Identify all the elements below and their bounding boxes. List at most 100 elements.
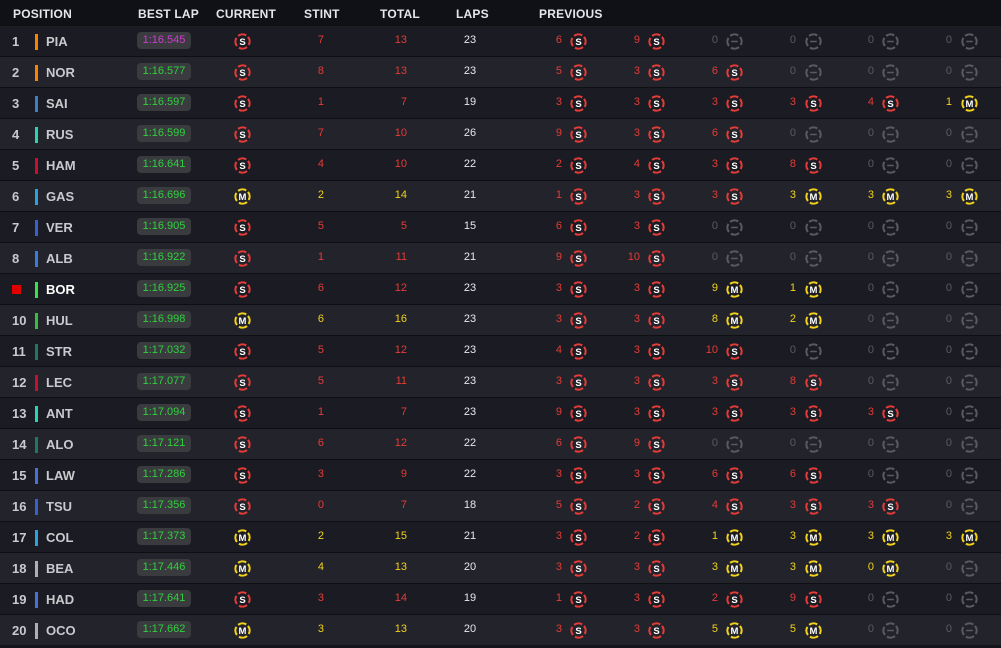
previous-stint-laps: 3	[633, 561, 640, 573]
soft-tyre-icon: S	[647, 311, 666, 330]
best-lap-time: 1:16.577	[137, 63, 191, 80]
table-row[interactable]: 6 GAS 1:16.696 M 2 14 21 1 S 3 S 3 S 3 M 3 M 3 M	[0, 180, 1001, 211]
table-row[interactable]: 4 RUS 1:16.599 S 7 10 26 9 S 3 S 6 S 0 0 0	[0, 118, 1001, 149]
header-current[interactable]: CURRENT	[216, 7, 276, 21]
previous-stint-laps: 3	[867, 499, 874, 511]
total-laps: 9	[400, 468, 407, 480]
table-row[interactable]: 14 ALO 1:17.121 S 6 12 22 6 S 9 S 0 0 0 0	[0, 428, 1001, 459]
soft-tyre-icon: S	[569, 94, 588, 113]
table-row[interactable]: 7 VER 1:16.905 S 5 5 15 6 S 3 S 0 0 0 0	[0, 211, 1001, 242]
no-tyre-icon	[960, 218, 979, 237]
total-laps: 12	[394, 437, 407, 449]
previous-stint-laps: 6	[711, 468, 718, 480]
svg-text:S: S	[575, 347, 581, 358]
best-lap-time: 1:17.641	[137, 590, 191, 607]
no-tyre-icon	[881, 342, 900, 361]
previous-stint-laps: 3	[555, 530, 562, 542]
previous-stint-laps: 6	[789, 468, 796, 480]
previous-stint-laps: 0	[945, 313, 952, 325]
svg-text:S: S	[731, 192, 737, 203]
svg-text:S: S	[653, 502, 659, 513]
header-best-lap[interactable]: BEST LAP	[138, 7, 199, 21]
svg-text:S: S	[731, 347, 737, 358]
previous-stint-laps: 3	[633, 282, 640, 294]
table-row[interactable]: 15 LAW 1:17.286 S 3 9 22 3 S 3 S 6 S 6 S 0 0	[0, 459, 1001, 490]
svg-text:S: S	[575, 626, 581, 637]
soft-tyre-icon: S	[647, 63, 666, 82]
header-previous[interactable]: PREVIOUS	[539, 7, 603, 21]
team-color-stripe	[35, 375, 38, 391]
no-tyre-icon	[804, 249, 823, 268]
previous-stint-laps: 6	[555, 34, 562, 46]
table-row[interactable]: 17 COL 1:17.373 M 2 15 21 3 S 2 S 1 M 3 M 3 M 3 M	[0, 521, 1001, 552]
team-color-stripe	[35, 623, 38, 639]
previous-stint-laps: 3	[555, 313, 562, 325]
header-total[interactable]: TOTAL	[380, 7, 420, 21]
previous-stint-laps: 3	[945, 189, 952, 201]
best-lap-time: 1:17.373	[137, 528, 191, 545]
previous-stint-laps: 4	[555, 344, 562, 356]
soft-tyre-icon: S	[725, 342, 744, 361]
medium-tyre-icon: M	[233, 187, 252, 206]
stint-laps: 7	[317, 34, 324, 46]
previous-stint-laps: 0	[867, 282, 874, 294]
soft-tyre-icon: S	[233, 466, 252, 485]
total-laps: 12	[394, 282, 407, 294]
position-number: 6	[12, 189, 20, 204]
no-tyre-icon	[881, 466, 900, 485]
svg-text:S: S	[653, 285, 659, 296]
table-row[interactable]: 1 PIA 1:16.545 S 7 13 23 6 S 9 S 0 0 0 0	[0, 25, 1001, 56]
header-stint[interactable]: STINT	[304, 7, 340, 21]
best-lap-time: 1:17.032	[137, 342, 191, 359]
total-laps: 7	[400, 499, 407, 511]
svg-text:S: S	[575, 564, 581, 575]
table-row[interactable]: 2 NOR 1:16.577 S 8 13 23 5 S 3 S 6 S 0 0 0	[0, 56, 1001, 87]
svg-text:S: S	[575, 409, 581, 420]
table-row[interactable]: 3 SAI 1:16.597 S 1 7 19 3 S 3 S 3 S 3 S 4 S 1 M	[0, 87, 1001, 118]
svg-text:S: S	[575, 595, 581, 606]
svg-text:S: S	[239, 223, 245, 234]
medium-tyre-icon: M	[725, 311, 744, 330]
driver-abbreviation: ANT	[46, 406, 73, 421]
position-number: 8	[12, 251, 20, 266]
table-row[interactable]: 8 ALB 1:16.922 S 1 11 21 9 S 10 S 0 0 0 0	[0, 242, 1001, 273]
previous-stint-laps: 3	[555, 282, 562, 294]
medium-tyre-icon: M	[233, 559, 252, 578]
table-row[interactable]: 13 ANT 1:17.094 S 1 7 23 9 S 3 S 3 S 3 S 3 S 0	[0, 397, 1001, 428]
no-tyre-icon	[881, 32, 900, 51]
previous-stint-laps: 0	[945, 592, 952, 604]
previous-stint-laps: 0	[867, 468, 874, 480]
soft-tyre-icon: S	[569, 559, 588, 578]
soft-tyre-icon: S	[725, 63, 744, 82]
position-number: 19	[12, 592, 27, 607]
svg-text:S: S	[653, 378, 659, 389]
best-lap-time: 1:16.597	[137, 94, 191, 111]
driver-abbreviation: BEA	[46, 561, 74, 576]
laps-count: 23	[463, 406, 477, 418]
previous-stint-laps: 4	[711, 499, 718, 511]
position-number: 7	[12, 220, 20, 235]
table-row[interactable]: BOR 1:16.925 S 6 12 23 3 S 3 S 9 M 1 M 0 0	[0, 273, 1001, 304]
medium-tyre-icon: M	[725, 280, 744, 299]
soft-tyre-icon: S	[647, 342, 666, 361]
total-laps: 13	[394, 65, 407, 77]
previous-stint-laps: 9	[555, 406, 562, 418]
driver-abbreviation: NOR	[46, 65, 75, 80]
svg-text:S: S	[731, 595, 737, 606]
svg-text:M: M	[731, 316, 739, 327]
table-row[interactable]: 10 HUL 1:16.998 M 6 16 23 3 S 3 S 8 M 2 M 0 0	[0, 304, 1001, 335]
header-position[interactable]: POSITION	[13, 7, 72, 21]
table-row[interactable]: 12 LEC 1:17.077 S 5 11 23 3 S 3 S 3 S 8 S 0 0	[0, 366, 1001, 397]
soft-tyre-icon: S	[725, 466, 744, 485]
table-row[interactable]: 19 HAD 1:17.641 S 3 14 19 1 S 3 S 2 S 9 S 0 0	[0, 583, 1001, 614]
table-row[interactable]: 16 TSU 1:17.356 S 0 7 18 5 S 2 S 4 S 3 S 3 S 0	[0, 490, 1001, 521]
table-row[interactable]: 18 BEA 1:17.446 M 4 13 20 3 S 3 S 3 M 3 M 0 M 0	[0, 552, 1001, 583]
team-color-stripe	[35, 344, 38, 360]
table-row[interactable]: 11 STR 1:17.032 S 5 12 23 4 S 3 S 10 S 0 0 0	[0, 335, 1001, 366]
svg-text:S: S	[575, 68, 581, 79]
svg-text:S: S	[653, 440, 659, 451]
table-row[interactable]: 5 HAM 1:16.641 S 4 10 22 2 S 4 S 3 S 8 S 0 0	[0, 149, 1001, 180]
svg-text:S: S	[887, 502, 893, 513]
header-laps[interactable]: LAPS	[456, 7, 489, 21]
table-row[interactable]: 20 OCO 1:17.662 M 3 13 20 3 S 3 S 5 M 5 M 0 0	[0, 614, 1001, 645]
